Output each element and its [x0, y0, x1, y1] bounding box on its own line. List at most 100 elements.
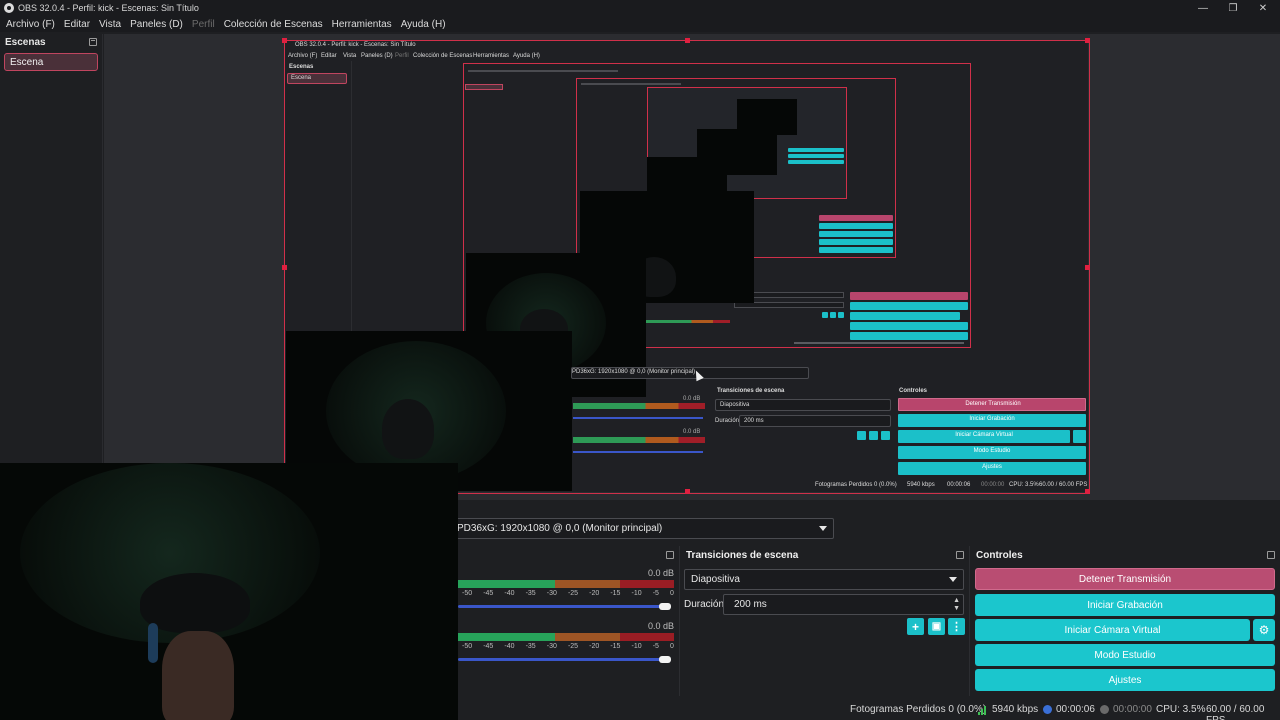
- nested-studio-mode-label: Modo Estudio: [973, 448, 1011, 454]
- menu-coleccion-escenas[interactable]: Colección de Escenas: [224, 19, 323, 30]
- nested-settings: Ajustes: [898, 462, 1086, 475]
- tick: -45: [483, 643, 494, 650]
- menu-herramientas[interactable]: Herramientas: [332, 19, 392, 30]
- nested-meter-1: [573, 403, 705, 409]
- nested-start-recording: Iniciar Grabación: [898, 414, 1086, 427]
- tick: -50: [462, 643, 473, 650]
- tick: -15: [610, 590, 621, 597]
- resize-handle-t[interactable]: [685, 38, 690, 43]
- close-button[interactable]: ✕: [1246, 0, 1280, 16]
- duration-field[interactable]: 200 ms ▲ ▼: [723, 594, 964, 615]
- resize-handle-r[interactable]: [1085, 265, 1090, 270]
- nested-divider: [351, 61, 352, 331]
- nested-menu-coleccion: Colección de Escenas: [413, 53, 473, 59]
- nested-menu-paneles: Paneles (D): [361, 53, 393, 59]
- menu-paneles[interactable]: Paneles (D): [130, 19, 183, 30]
- record-status-icon: [1100, 705, 1109, 714]
- headphone-icon: [148, 623, 158, 663]
- nested-time-1: 00:00:06: [947, 482, 971, 488]
- nested-controls-title: Controles: [899, 388, 928, 394]
- webcam-overlay: [0, 463, 458, 720]
- window-title: OBS 32.0.4 - Perfil: kick - Escenas: Sin…: [18, 3, 199, 13]
- scene-item[interactable]: Escena: [4, 53, 98, 71]
- dock-divider: [969, 546, 970, 696]
- nested-menu-herramientas: Herramientas: [473, 53, 510, 59]
- signal-bars-icon: [978, 705, 986, 715]
- channel-2-volume-slider[interactable]: [458, 658, 668, 661]
- nested-duration-field: 200 ms: [739, 415, 891, 427]
- tick: -25: [567, 590, 579, 597]
- tick: -30: [546, 590, 557, 597]
- menu-perfil[interactable]: Perfil: [192, 19, 215, 30]
- channel-1-volume-knob[interactable]: [659, 603, 671, 610]
- nested-window-title: OBS 32.0.4 - Perfil: kick - Escenas: Sin…: [295, 42, 416, 48]
- spin-up-icon[interactable]: ▲: [953, 597, 960, 605]
- resize-handle-l[interactable]: [282, 265, 287, 270]
- dock-divider: [679, 546, 680, 696]
- nested-virtual-cam-label: Iniciar Cámara Virtual: [955, 432, 1013, 438]
- tick: -40: [504, 643, 515, 650]
- transition-properties-button[interactable]: ⋮: [948, 618, 965, 635]
- source-selection-frame[interactable]: OBS 32.0.4 - Perfil: kick - Escenas: Sin…: [282, 38, 1090, 494]
- resize-handle-br[interactable]: [1085, 489, 1090, 494]
- fps: 60.00 / 60.00 FPS: [1206, 704, 1265, 720]
- start-recording-button[interactable]: Iniciar Grabación: [975, 594, 1275, 616]
- dropped-frames: Fotogramas Perdidos 0 (0.0%): [850, 704, 987, 715]
- channel-1-db: 0.0 dB: [648, 568, 675, 578]
- transition-select[interactable]: Diapositiva: [684, 569, 964, 590]
- gear-icon[interactable]: ⚙: [1253, 619, 1275, 641]
- nested-fps: 60.00 / 60.00 FPS: [1039, 482, 1088, 488]
- nested-duration-label: Duración: [715, 418, 740, 424]
- nested-studio-mode: Modo Estudio: [898, 446, 1086, 459]
- resize-handle-tr[interactable]: [1085, 38, 1090, 43]
- nested-scene-label: Escena: [291, 75, 312, 81]
- remove-transition-button[interactable]: ▣: [928, 618, 945, 635]
- add-transition-button[interactable]: +: [907, 618, 924, 635]
- tick: -15: [610, 643, 621, 650]
- controls-undock-icon[interactable]: [1267, 551, 1275, 559]
- tick: -45: [483, 590, 494, 597]
- settings-button[interactable]: Ajustes: [975, 669, 1275, 691]
- channel-2-volume-knob[interactable]: [659, 656, 671, 663]
- studio-mode-button[interactable]: Modo Estudio: [975, 644, 1275, 666]
- bitrate: 5940 kbps: [992, 704, 1039, 715]
- channel-2-meter: [458, 633, 674, 641]
- resize-handle-tl[interactable]: [282, 38, 287, 43]
- undock-icon[interactable]: [89, 38, 97, 46]
- tick: -35: [525, 590, 536, 597]
- spin-down-icon[interactable]: ▼: [953, 605, 960, 613]
- menu-archivo[interactable]: Archivo (F): [6, 19, 55, 30]
- maximize-button[interactable]: ❐: [1216, 0, 1250, 16]
- nested-duration-value: 200 ms: [744, 418, 764, 424]
- start-virtual-camera-button[interactable]: Iniciar Cámara Virtual: [975, 619, 1250, 641]
- menu-vista[interactable]: Vista: [99, 19, 121, 30]
- duration-value: 200 ms: [734, 599, 767, 610]
- nested-transition-label: Diapositiva: [720, 402, 750, 408]
- nested-cpu: CPU: 3.5%: [1009, 482, 1039, 488]
- tick: -5: [652, 643, 659, 650]
- tick: -30: [546, 643, 557, 650]
- monitor-select[interactable]: PD36xG: 1920x1080 @ 0,0 (Monitor princip…: [452, 518, 834, 539]
- title-bar: OBS 32.0.4 - Perfil: kick - Escenas: Sin…: [0, 0, 1280, 16]
- minimize-button[interactable]: —: [1186, 0, 1220, 16]
- preview-canvas[interactable]: OBS 32.0.4 - Perfil: kick - Escenas: Sin…: [104, 34, 1280, 500]
- nested-start-recording-label: Iniciar Grabación: [969, 416, 1015, 422]
- nested-meter-2: [573, 437, 705, 443]
- tick: -20: [589, 590, 600, 597]
- stream-status-icon: [1043, 705, 1052, 714]
- menu-ayuda[interactable]: Ayuda (H): [401, 19, 446, 30]
- nested-menu-vista: Vista: [343, 53, 357, 59]
- stop-stream-button[interactable]: Detener Transmisión: [975, 568, 1275, 590]
- nested-virtual-cam: Iniciar Cámara Virtual: [898, 430, 1070, 443]
- transition-select-value: Diapositiva: [691, 574, 740, 585]
- tick: -10: [631, 590, 642, 597]
- transitions-undock-icon[interactable]: [956, 551, 964, 559]
- tick: -5: [652, 590, 659, 597]
- tick: -10: [631, 643, 642, 650]
- resize-handle-b[interactable]: [685, 489, 690, 494]
- nested-transition-select: Diapositiva: [715, 399, 891, 411]
- channel-1-volume-slider[interactable]: [458, 605, 668, 608]
- menu-editar[interactable]: Editar: [64, 19, 90, 30]
- menu-bar: Archivo (F) Editar Vista Paneles (D) Per…: [0, 16, 1280, 32]
- nested-settings-label: Ajustes: [982, 464, 1002, 470]
